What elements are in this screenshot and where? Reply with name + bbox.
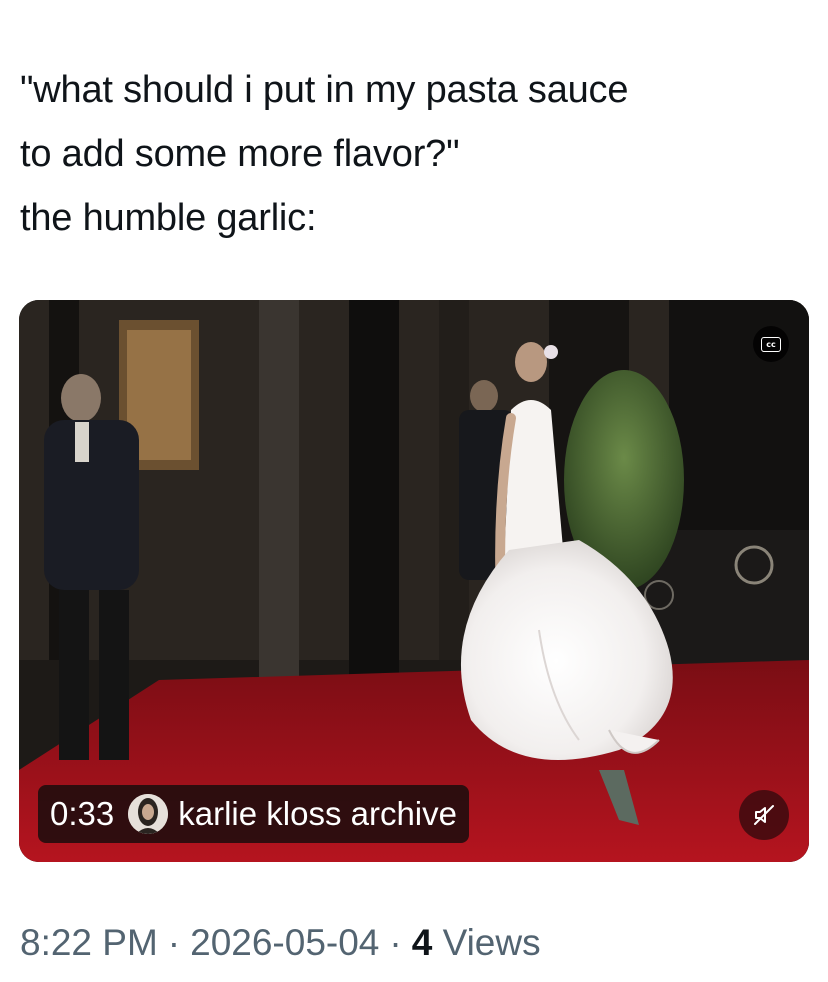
speaker-muted-icon xyxy=(754,805,774,825)
video-player[interactable]: cc 0:33 karlie kloss archive xyxy=(19,300,809,862)
closed-captions-icon: cc xyxy=(761,336,781,352)
meta-separator: · xyxy=(167,922,181,963)
tweet-time[interactable]: 8:22 PM xyxy=(20,922,158,963)
tweet-text-line-1: "what should i put in my pasta sauce xyxy=(20,69,629,111)
meta-separator: · xyxy=(389,922,402,963)
profile-avatar[interactable] xyxy=(128,794,169,834)
tweet-text-line-3: the humble garlic: xyxy=(20,197,317,239)
views-count: 4 xyxy=(411,922,433,963)
tweet-text: "what should i put in my pasta sauce to … xyxy=(20,58,810,250)
tweet-meta: 8:22 PM · 2026-05-04 · 4 Views xyxy=(20,922,541,964)
tweet-date[interactable]: 2026-05-04 xyxy=(190,922,379,963)
video-frame xyxy=(19,300,809,862)
video-duration: 0:33 xyxy=(50,795,115,832)
video-source-name[interactable]: karlie kloss archive xyxy=(178,795,457,833)
views-label: Views xyxy=(442,922,541,963)
closed-captions-button[interactable]: cc xyxy=(753,326,789,362)
mute-button[interactable] xyxy=(739,790,789,840)
tweet-text-line-2: to add some more flavor?" xyxy=(20,133,460,175)
video-info-bar: 0:33 karlie kloss archive xyxy=(38,785,469,843)
